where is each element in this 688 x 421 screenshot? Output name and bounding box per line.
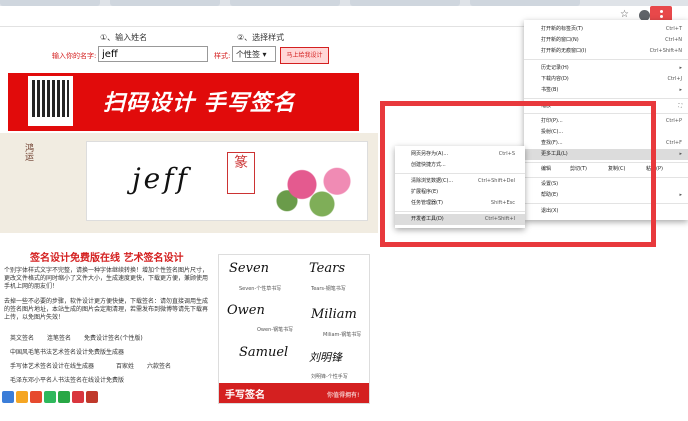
annotation-highlight-box — [380, 101, 656, 247]
menu-item-bookmarks[interactable]: 书签(B) ▸ — [524, 85, 688, 96]
section-title: 签名设计免费版在线 艺术签名设计 — [30, 253, 184, 264]
intro-paragraph-1: 个别字体样式文字不完整，请换一种字体继续转换！增加个性签名图片尺寸，更改文件格式… — [4, 267, 209, 290]
link-cursive-signature[interactable]: 连笔签名 — [47, 333, 71, 342]
link-six-signatures[interactable]: 六款签名 — [147, 361, 171, 370]
card-footer-tagline: 你值得拥有! — [327, 392, 360, 399]
share-tqq-icon[interactable] — [72, 391, 84, 403]
name-input[interactable] — [98, 46, 208, 62]
sample-signature: Tears — [309, 261, 345, 276]
bookmark-star-icon[interactable]: ☆ — [620, 10, 630, 20]
link-free-design[interactable]: 免费设计签名(个性版) — [84, 333, 143, 342]
sample-caption: Seven-个性草书写 — [239, 286, 282, 292]
signature-preview-panel: 鸿运 jeff 篆 — [0, 133, 378, 233]
banner-text: 扫码设计 手写签名 — [103, 91, 296, 116]
link-chinese-calligraphy[interactable]: 中国风毛笔书法艺术签名设计免费版生成器 — [10, 347, 124, 356]
sample-signature: Miliam — [311, 307, 357, 322]
peony-illustration — [262, 152, 362, 217]
style-select-value: 个性签 — [236, 50, 260, 59]
design-button[interactable]: 马上给我设计 — [280, 47, 329, 64]
share-plus-icon[interactable] — [2, 391, 14, 403]
share-douban-icon[interactable] — [58, 391, 70, 403]
sample-signature: 刘明锋 — [309, 351, 342, 364]
menu-item-new-tab[interactable]: 打开新的标签页(T) Ctrl+T — [524, 24, 688, 35]
chevron-down-icon: ▾ — [262, 50, 267, 59]
seal-icon: 篆 — [227, 152, 255, 194]
share-qzone-icon[interactable] — [16, 391, 28, 403]
link-english-signature[interactable]: 英文签名 — [10, 333, 34, 342]
menu-item-downloads[interactable]: 下载内容(D) Ctrl+J — [524, 74, 688, 85]
card-footer-title: 手写签名 — [225, 390, 265, 401]
menu-item-incognito[interactable]: 打开新的无痕窗口(I) Ctrl+Shift+N — [524, 46, 688, 57]
link-surnames[interactable]: 百家姓 — [116, 361, 134, 370]
menu-item-new-window[interactable]: 打开新的窗口(N) Ctrl+N — [524, 35, 688, 46]
step-2-label: ②、选择样式 — [237, 33, 285, 42]
share-icons — [2, 391, 100, 405]
step-1-label: ①、输入姓名 — [100, 33, 148, 42]
sample-caption: 刘明锋-个性手写 — [311, 374, 348, 380]
share-weibo-icon[interactable] — [30, 391, 42, 403]
signature-samples-card[interactable]: Seven Tears Seven-个性草书写 Tears-钢笔书写 Owen … — [218, 254, 370, 404]
share-renren-icon[interactable] — [86, 391, 98, 403]
sample-caption: Miliam-钢笔书写 — [323, 332, 362, 338]
menu-divider — [524, 59, 688, 60]
sample-caption: Tears-钢笔书写 — [311, 286, 346, 292]
sample-signature: Seven — [229, 261, 270, 276]
calligraphy-decoration: 鸿运 — [23, 143, 33, 161]
sample-caption: Owen-钢笔书写 — [257, 327, 294, 333]
sample-signature: Samuel — [239, 345, 289, 360]
card-footer: 手写签名 你值得拥有! — [219, 383, 369, 403]
share-wechat-icon[interactable] — [44, 391, 56, 403]
style-label: 样式: — [214, 52, 231, 60]
signature-card: jeff 篆 — [86, 141, 368, 221]
name-label: 输入你的名字: — [52, 52, 97, 60]
signature-preview: jeff — [132, 162, 190, 195]
banner[interactable]: 扫码设计 手写签名 — [8, 73, 359, 131]
intro-paragraph-2: 去掉一些不必要的步骤，软件设计更方便快捷，下载签名：请勿直接调用生成的签名图片地… — [4, 298, 209, 321]
menu-item-history[interactable]: 历史记录(H) ▸ — [524, 63, 688, 74]
sample-signature: Owen — [227, 303, 265, 318]
style-select[interactable]: 个性签 ▾ — [232, 46, 276, 62]
link-handwriting-generator[interactable]: 手写体艺术签名设计在线生成器 — [10, 361, 94, 370]
link-celebrity-calligraphy[interactable]: 毛泽东邓小平名人书法签名在线设计免费版 — [10, 375, 124, 384]
qr-code-icon — [28, 76, 73, 126]
menu-divider — [524, 98, 688, 99]
